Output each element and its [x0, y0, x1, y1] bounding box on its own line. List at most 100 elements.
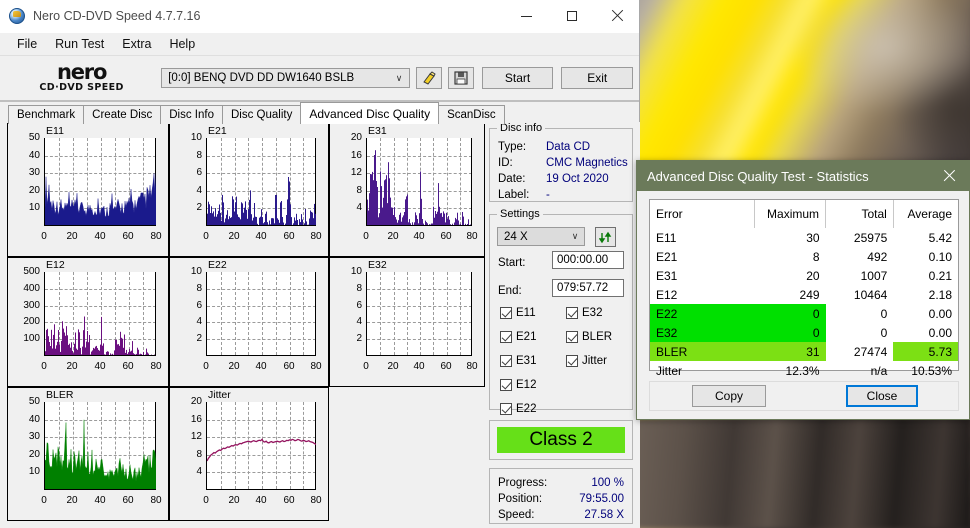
checkbox-jitter[interactable]: Jitter [566, 355, 607, 367]
y-axis-tick-label: 40 [28, 414, 40, 425]
chart-plot-area [44, 272, 156, 356]
speed-select[interactable]: 24 X ∨ [497, 227, 585, 246]
statistics-table-container: Error Maximum Total Average E11 30 25975 5.… [649, 199, 959, 378]
x-axis-tick-label: 0 [41, 231, 47, 242]
y-axis-tick-label: 100 [23, 333, 40, 344]
table-row[interactable]: E32 0 0 0.00 [650, 323, 958, 342]
col-header-average: Average [907, 206, 952, 221]
col-header-total: Total [825, 200, 894, 228]
y-axis-tick-label: 10 [28, 466, 40, 477]
tab-advanced-disc-quality[interactable]: Advanced Disc Quality [300, 102, 440, 124]
tab-create-disc[interactable]: Create Disc [83, 105, 162, 124]
x-axis-tick-label: 0 [41, 361, 47, 372]
x-axis-tick-label: 80 [310, 231, 322, 242]
x-axis-tick-label: 20 [66, 231, 78, 242]
checkbox-e21[interactable]: E21 [500, 331, 536, 343]
menu-item-run-test[interactable]: Run Test [46, 35, 113, 53]
table-row[interactable]: E12 249 10464 2.18 [650, 285, 958, 304]
progress-value: 100 % [591, 477, 624, 489]
close-button[interactable]: Close [846, 385, 918, 407]
menu-item-extra[interactable]: Extra [113, 35, 160, 53]
x-axis-tick-label: 40 [94, 231, 106, 242]
disc-type-label: Type: [498, 141, 527, 153]
checkbox-e32[interactable]: E32 [566, 307, 602, 319]
table-row[interactable]: Jitter 12.3% n/a 10.53% [650, 361, 958, 380]
x-axis-tick-label: 20 [387, 361, 399, 372]
statistics-dialog-close-button[interactable] [929, 161, 969, 191]
position-value: 79:55.00 [579, 493, 624, 505]
minimize-icon [521, 15, 532, 17]
speed-value: 27.58 X [584, 509, 624, 521]
y-axis-tick-label: 20 [28, 185, 40, 196]
checkbox-e21-label: E21 [516, 331, 537, 343]
checkbox-e11[interactable]: E11 [500, 307, 536, 319]
speed-label: Speed: [498, 509, 535, 521]
menu-item-file[interactable]: File [8, 35, 46, 53]
drive-select[interactable]: [0:0] BENQ DVD DD DW1640 BSLB ∨ [161, 68, 410, 88]
cell-total: 10464 [853, 287, 888, 302]
tab-benchmark[interactable]: Benchmark [8, 105, 85, 124]
checkbox-bler-box [566, 331, 578, 343]
x-axis-tick-label: 0 [41, 495, 47, 506]
x-axis-tick-label: 80 [466, 231, 478, 242]
maximize-button[interactable] [549, 1, 594, 32]
menu-item-help[interactable]: Help [160, 35, 204, 53]
table-row[interactable]: E21 8 492 0.10 [650, 247, 958, 266]
y-axis-tick-label: 6 [196, 300, 202, 311]
copy-button[interactable]: Copy [692, 385, 766, 407]
tab-disc-quality[interactable]: Disc Quality [222, 105, 302, 124]
y-axis-tick-label: 10 [190, 266, 202, 277]
table-row[interactable]: E22 0 0 0.00 [650, 304, 958, 323]
x-axis-tick-label: 40 [255, 495, 267, 506]
save-button[interactable] [447, 67, 474, 89]
checkbox-e31-label: E31 [516, 355, 537, 367]
y-axis-tick-label: 6 [356, 300, 362, 311]
window-close-button[interactable] [594, 1, 639, 32]
y-axis-tick-label: 2 [196, 202, 202, 213]
start-time-input[interactable]: 000:00.00 [552, 251, 624, 269]
app-disc-icon [9, 8, 25, 24]
checkbox-e31-box [500, 355, 512, 367]
y-axis-tick-label: 4 [356, 202, 362, 213]
refresh-button[interactable] [595, 227, 616, 247]
cell-total: 1007 [860, 268, 888, 283]
exit-button[interactable]: Exit [561, 67, 634, 89]
checkbox-e22[interactable]: E22 [500, 403, 536, 415]
end-time-input[interactable]: 079:57.72 [552, 279, 624, 297]
x-axis-tick-label: 20 [387, 231, 399, 242]
minimize-button[interactable] [504, 1, 549, 32]
y-axis-tick-label: 6 [196, 167, 202, 178]
cell-average: 0.10 [928, 249, 952, 264]
menu-bar: File Run Test Extra Help [0, 33, 639, 56]
checkbox-e12[interactable]: E12 [500, 379, 536, 391]
checkbox-e22-label: E22 [516, 403, 537, 415]
checkbox-bler-label: BLER [582, 331, 613, 343]
checkbox-bler[interactable]: BLER [566, 331, 612, 343]
cell-average: 0.00 [928, 325, 952, 340]
settings-group: Settings 24 X ∨ Start: 000:00.00 End: 07… [489, 208, 633, 415]
start-button[interactable]: Start [481, 67, 554, 89]
table-row[interactable]: E11 30 25975 5.42 [650, 228, 958, 247]
y-axis-tick-label: 20 [28, 449, 40, 460]
checkbox-e32-label: E32 [582, 307, 603, 319]
cell-error: E32 [650, 323, 755, 342]
speed-select-value: 24 X [504, 230, 528, 243]
tab-scandisc[interactable]: ScanDisc [438, 105, 505, 124]
eject-button[interactable] [415, 67, 442, 89]
chevron-down-icon: ∨ [395, 72, 403, 83]
table-row[interactable]: BLER 31 27474 5.73 [650, 342, 958, 361]
tab-content-advanced-disc-quality: E11 10 20 30 40 50 0 20 40 60 80 E21 2 4 6 8 10 0 20 40 60 80… [0, 122, 640, 528]
gridline-vertical [290, 272, 291, 355]
gridline-vertical [221, 272, 222, 355]
cell-average: 0.00 [928, 306, 952, 321]
x-axis-tick-label: 80 [466, 361, 478, 372]
chart-title: E11 [46, 125, 64, 137]
checkbox-e31[interactable]: E31 [500, 355, 536, 367]
disc-type-value: Data CD [546, 141, 591, 153]
statistics-dialog-titlebar: Advanced Disc Quality Test - Statistics [637, 161, 969, 191]
chart-series-area [45, 172, 156, 225]
y-axis-tick-label: 8 [196, 150, 202, 161]
nero-logo-wordmark: nero [57, 60, 107, 84]
tab-disc-info[interactable]: Disc Info [160, 105, 223, 124]
table-row[interactable]: E31 20 1007 0.21 [650, 266, 958, 285]
